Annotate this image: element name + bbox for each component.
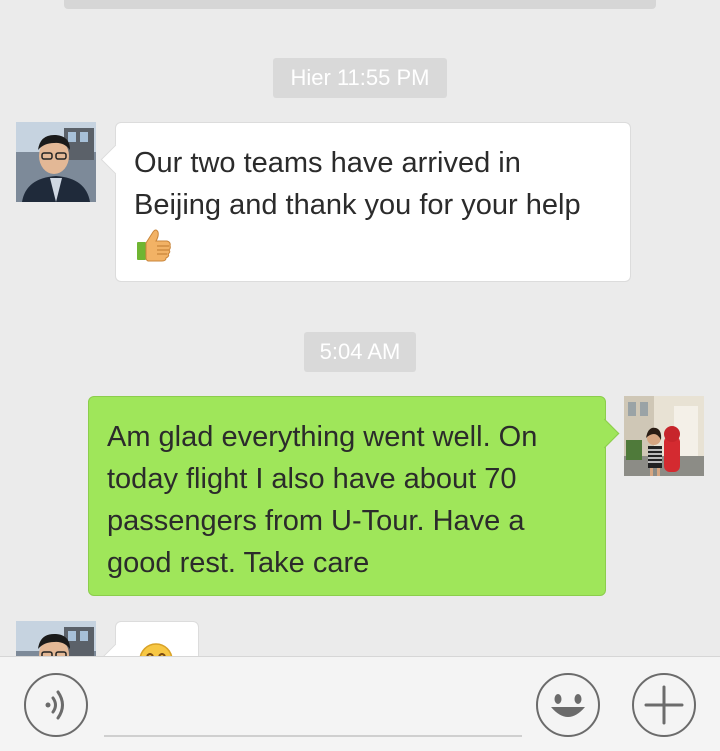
- contact-avatar[interactable]: [16, 122, 96, 202]
- thumbs-up-icon: [136, 228, 172, 274]
- plus-icon[interactable]: [632, 673, 696, 737]
- emoji-face-icon[interactable]: [536, 673, 600, 737]
- message-text: Am glad everything went well. On today f…: [107, 421, 538, 579]
- timestamp: 5:04 AM: [304, 332, 416, 372]
- message-input[interactable]: [104, 677, 522, 737]
- timestamp: Hier 11:55 PM: [273, 58, 447, 98]
- message-bubble-incoming[interactable]: Our two teams have arrived in Beijing an…: [115, 122, 631, 282]
- chat-input-bar: [0, 656, 720, 751]
- user-avatar[interactable]: [624, 396, 704, 476]
- message-text: Our two teams have arrived in Beijing an…: [134, 147, 581, 221]
- top-divider: [64, 0, 656, 9]
- voice-icon[interactable]: [24, 673, 88, 737]
- message-bubble-outgoing[interactable]: Am glad everything went well. On today f…: [88, 396, 606, 596]
